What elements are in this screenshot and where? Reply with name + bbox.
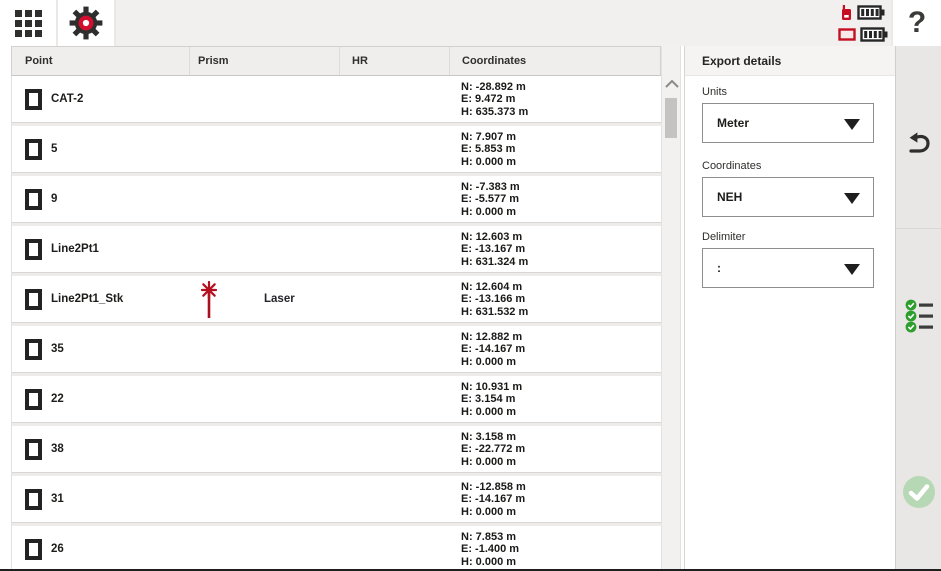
chevron-down-icon [844, 119, 860, 130]
coordinates-cell: N: 3.158 mE: -22.772 mH: 0.000 m [461, 431, 525, 468]
point-name: 38 [51, 426, 64, 473]
table-row[interactable]: 35 N: 12.882 mE: -14.167 mH: 0.000 m [12, 326, 661, 373]
point-name: 26 [51, 526, 64, 571]
units-value: Meter [717, 104, 749, 142]
units-label: Units [702, 86, 727, 98]
row-checkbox[interactable] [25, 439, 42, 460]
coordinates-cell: N: -7.383 mE: -5.577 mH: 0.000 m [461, 181, 520, 218]
table-row[interactable]: 26 N: 7.853 mE: -1.400 mH: 0.000 m [12, 526, 661, 571]
rail-divider [896, 228, 941, 229]
point-name: 22 [51, 376, 64, 423]
top-bar: ? [0, 0, 941, 46]
point-list-header: Point Prism HR Coordinates [11, 46, 661, 76]
table-row[interactable]: 22 N: 10.931 mE: 3.154 mH: 0.000 m [12, 376, 661, 423]
status-indicators[interactable] [838, 3, 888, 44]
instrument-battery-icon [860, 27, 888, 42]
checked-list-icon [904, 298, 934, 333]
undo-arrow-icon [905, 130, 933, 156]
app-window: ? Point Prism HR Coordinates CAT-2 N: -2… [0, 0, 941, 571]
row-checkbox[interactable] [25, 389, 42, 410]
table-row[interactable]: 38 N: 3.158 mE: -22.772 mH: 0.000 m [12, 426, 661, 473]
coordinates-cell: N: 10.931 mE: 3.154 mH: 0.000 m [461, 381, 522, 418]
list-scrollbar[interactable] [661, 46, 681, 571]
coordinates-cell: N: 7.907 mE: 5.853 mH: 0.000 m [461, 131, 516, 168]
instrument-icon [838, 28, 856, 41]
laser-prism-icon [198, 281, 220, 319]
ok-check-icon [901, 474, 937, 510]
column-header-prism: Prism [189, 47, 339, 75]
point-name: Line2Pt1 [51, 226, 99, 273]
coordinates-select[interactable]: NEH [702, 177, 874, 217]
chevron-down-icon [844, 193, 860, 204]
coordinates-label: Coordinates [702, 160, 761, 172]
point-list: Point Prism HR Coordinates CAT-2 N: -28.… [11, 46, 661, 571]
coordinates-cell: N: 12.604 mE: -13.166 mH: 631.532 m [461, 281, 528, 318]
coordinates-cell: N: 12.603 mE: -13.167 mH: 631.324 m [461, 231, 528, 268]
main-content: Point Prism HR Coordinates CAT-2 N: -28.… [0, 46, 941, 571]
prism-type-label: Laser [264, 276, 295, 323]
point-name: CAT-2 [51, 76, 83, 123]
panel-title: Export details [685, 46, 895, 76]
scrollbar-thumb[interactable] [665, 98, 677, 138]
row-checkbox[interactable] [25, 339, 42, 360]
coordinates-cell: N: 12.882 mE: -14.167 mH: 0.000 m [461, 331, 525, 368]
point-name: 35 [51, 326, 64, 373]
action-rail [895, 46, 941, 571]
table-row[interactable]: 9 N: -7.383 mE: -5.577 mH: 0.000 m [12, 176, 661, 223]
delimiter-label: Delimiter [702, 231, 745, 243]
coordinates-cell: N: -28.892 mE: 9.472 mH: 635.373 m [461, 81, 528, 118]
point-name: 9 [51, 176, 57, 223]
table-row[interactable]: Line2Pt1 N: 12.603 mE: -13.167 mH: 631.3… [12, 226, 661, 273]
apps-menu-button[interactable] [0, 0, 58, 46]
chevron-down-icon [844, 264, 860, 275]
row-checkbox[interactable] [25, 489, 42, 510]
controller-battery-icon [857, 5, 885, 20]
row-checkbox[interactable] [25, 89, 42, 110]
export-details-panel: Export details Units Meter Coordinates N… [684, 46, 895, 571]
column-header-coordinates: Coordinates [449, 47, 660, 75]
row-checkbox[interactable] [25, 539, 42, 560]
ok-button[interactable] [896, 474, 941, 510]
settings-button[interactable] [58, 0, 116, 46]
point-name: 31 [51, 476, 64, 523]
help-question-icon: ? [908, 8, 926, 38]
back-button[interactable] [896, 130, 941, 156]
coordinates-cell: N: -12.858 mE: -14.167 mH: 0.000 m [461, 481, 526, 518]
scroll-up-icon[interactable] [664, 79, 680, 89]
row-checkbox[interactable] [25, 139, 42, 160]
table-row[interactable]: 5 N: 7.907 mE: 5.853 mH: 0.000 m [12, 126, 661, 173]
help-button[interactable]: ? [891, 0, 941, 46]
column-header-hr: HR [339, 47, 449, 75]
controller-icon [838, 4, 853, 21]
delimiter-value: : [717, 249, 721, 287]
point-name: Line2Pt1_Stk [51, 276, 123, 323]
delimiter-select[interactable]: : [702, 248, 874, 288]
table-row[interactable]: CAT-2 N: -28.892 mE: 9.472 mH: 635.373 m [12, 76, 661, 123]
select-all-button[interactable] [896, 298, 941, 333]
table-row[interactable]: Line2Pt1_Stk Laser N: 12.604 mE: -13.166… [12, 276, 661, 323]
units-select[interactable]: Meter [702, 103, 874, 143]
table-row[interactable]: 31 N: -12.858 mE: -14.167 mH: 0.000 m [12, 476, 661, 523]
coordinates-cell: N: 7.853 mE: -1.400 mH: 0.000 m [461, 531, 519, 568]
column-header-point: Point [12, 47, 189, 75]
gear-icon [67, 4, 105, 42]
point-rows: CAT-2 N: -28.892 mE: 9.472 mH: 635.373 m… [11, 76, 661, 571]
row-checkbox[interactable] [25, 289, 42, 310]
apps-grid-icon [15, 10, 42, 37]
row-checkbox[interactable] [25, 189, 42, 210]
row-checkbox[interactable] [25, 239, 42, 260]
point-name: 5 [51, 126, 57, 173]
coordinates-value: NEH [717, 178, 742, 216]
